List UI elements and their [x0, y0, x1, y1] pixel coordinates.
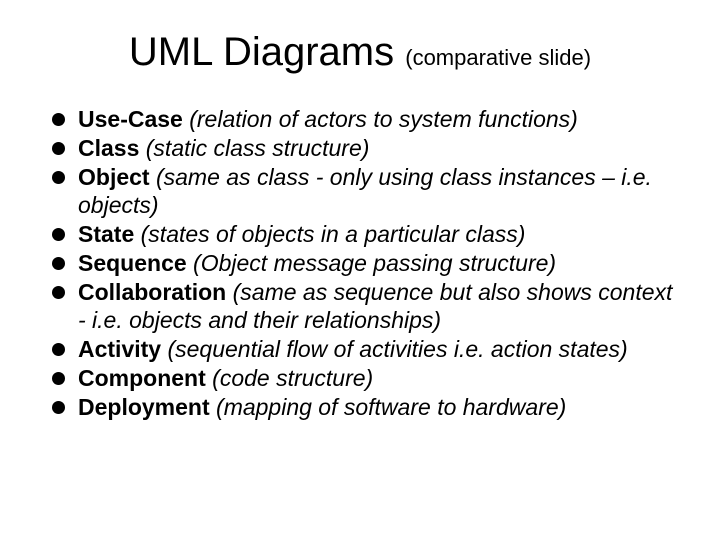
slide: UML Diagrams (comparative slide) Use-Cas… [0, 0, 720, 540]
item-name: Object [78, 164, 150, 190]
list-item: Object (same as class - only using class… [50, 163, 680, 221]
item-desc: (Object message passing structure) [187, 250, 556, 276]
list-item: Use-Case (relation of actors to system f… [50, 105, 680, 134]
item-name: Class [78, 135, 139, 161]
item-desc: (states of objects in a particular class… [134, 221, 525, 247]
item-desc: (sequential flow of activities i.e. acti… [161, 336, 628, 362]
item-name: Use-Case [78, 106, 183, 132]
bullet-list: Use-Case (relation of actors to system f… [40, 105, 680, 421]
item-name: Deployment [78, 394, 210, 420]
list-item: Class (static class structure) [50, 134, 680, 163]
slide-title: UML Diagrams (comparative slide) [40, 30, 680, 75]
title-sub: (comparative slide) [405, 45, 591, 70]
list-item: Collaboration (same as sequence but also… [50, 278, 680, 336]
list-item: Activity (sequential flow of activities … [50, 335, 680, 364]
list-item: Sequence (Object message passing structu… [50, 249, 680, 278]
item-desc: (same as class - only using class instan… [78, 164, 652, 219]
list-item: State (states of objects in a particular… [50, 220, 680, 249]
item-desc: (mapping of software to hardware) [210, 394, 567, 420]
item-desc: (static class structure) [139, 135, 369, 161]
list-item: Component (code structure) [50, 364, 680, 393]
item-name: State [78, 221, 134, 247]
title-main: UML Diagrams [129, 30, 405, 74]
item-name: Component [78, 365, 206, 391]
item-name: Collaboration [78, 279, 226, 305]
item-name: Sequence [78, 250, 187, 276]
item-desc: (relation of actors to system functions) [183, 106, 578, 132]
list-item: Deployment (mapping of software to hardw… [50, 393, 680, 422]
item-desc: (code structure) [206, 365, 373, 391]
item-name: Activity [78, 336, 161, 362]
